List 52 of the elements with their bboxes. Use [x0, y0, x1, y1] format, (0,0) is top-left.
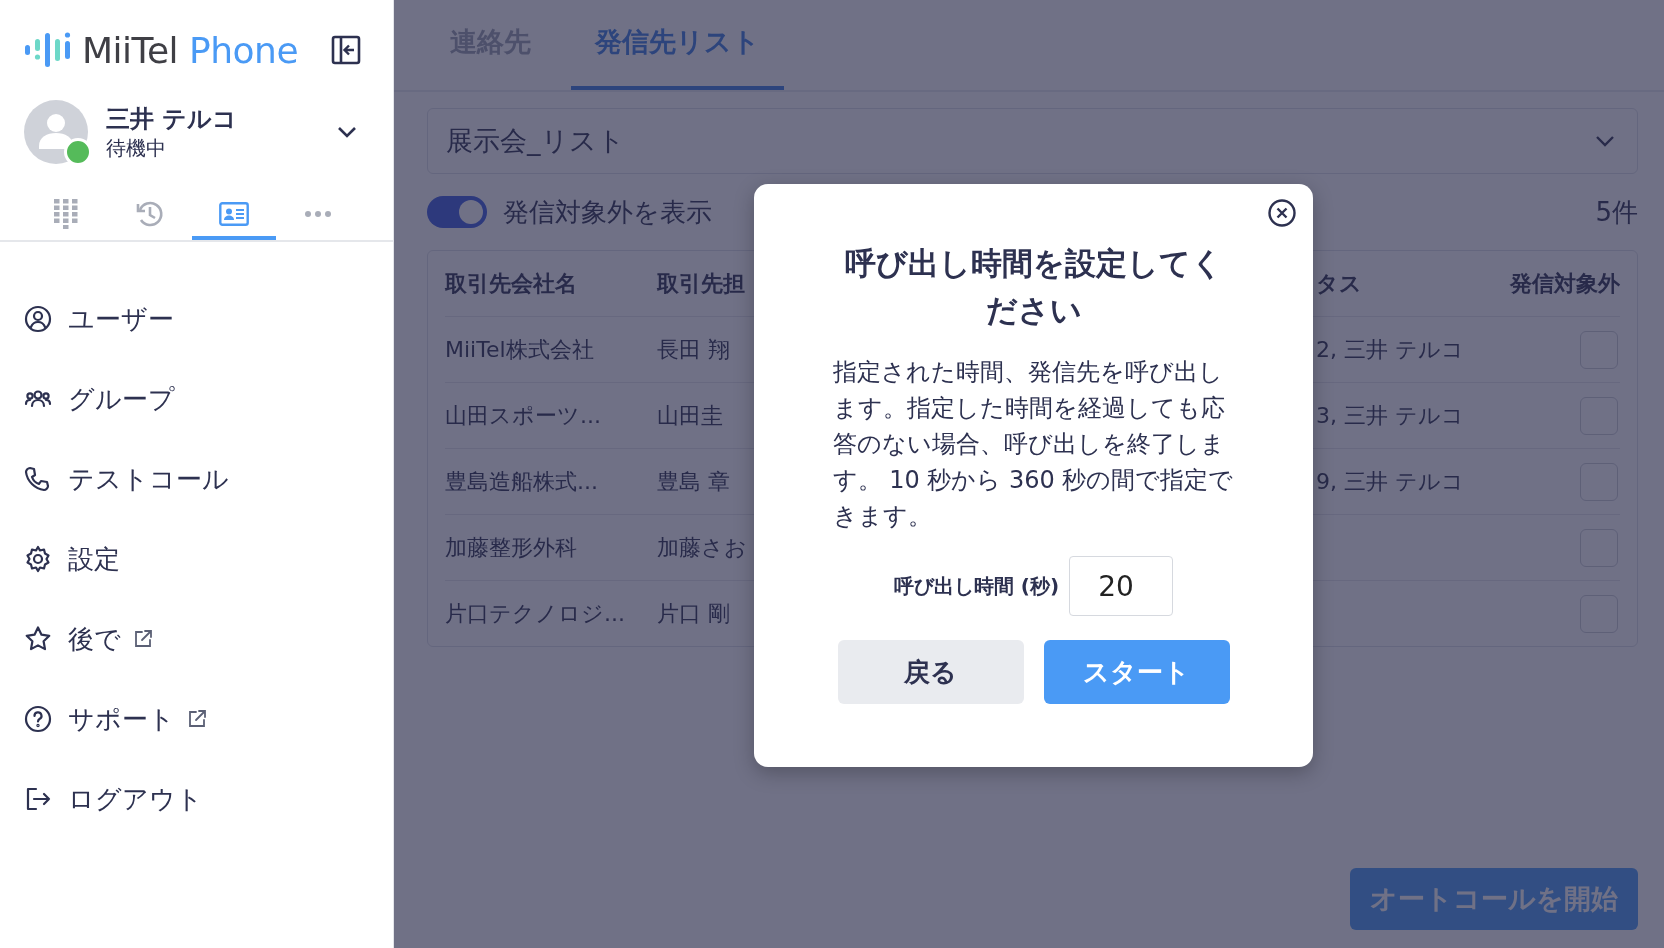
collapse-sidebar-icon[interactable]: [331, 35, 361, 65]
menu-item[interactable]: 設定: [68, 541, 120, 577]
chevron-down-icon[interactable]: [337, 126, 357, 138]
table-cell-text: 片口 剛: [657, 599, 731, 628]
toggle-switch[interactable]: [427, 196, 487, 228]
result-count: 5件: [1595, 195, 1638, 229]
table-cell: 9, 三井 テルコ: [1316, 468, 1464, 494]
settings-icon: [24, 545, 52, 573]
menu-item[interactable]: ログアウト: [68, 781, 203, 817]
table-cell-text: 豊島 章: [657, 467, 731, 496]
table-cell-text: 山田スポーツ...: [445, 401, 602, 430]
menu-item[interactable]: 後で: [68, 621, 153, 657]
toggle-label: 発信対象外を表示: [503, 195, 712, 229]
duration-input[interactable]: 20: [1069, 556, 1174, 616]
table-cell-text: 山田圭: [657, 401, 724, 430]
close-icon[interactable]: [1267, 198, 1297, 228]
star-icon: [24, 625, 52, 653]
dialog-message: 指定された時間、発信先を呼び出します。指定した時間を経過しても応答のない場合、呼び出しを終了します。 10 秒から 360 秒の間で指定できます。: [832, 357, 1235, 532]
table-cell-text: 豊島造船株式...: [445, 467, 599, 496]
column-header: 取引先担: [657, 269, 746, 298]
external-link-icon: [187, 709, 207, 729]
table-cell: 2, 三井 テルコ: [1316, 336, 1464, 362]
menu-item[interactable]: テストコール: [68, 461, 229, 497]
table-cell-text: 片口テクノロジ...: [445, 599, 626, 628]
column-header: タス: [1316, 269, 1363, 298]
table-cell-text: 長田 翔: [657, 335, 731, 364]
menu-item[interactable]: サポート: [68, 701, 207, 737]
external-link-icon: [133, 629, 153, 649]
phone-icon: [24, 465, 52, 493]
column-header: 発信対象外: [1510, 269, 1620, 298]
more-icon: [304, 210, 332, 218]
history-icon: [135, 199, 165, 229]
logo-text: MiiTel Phone: [82, 29, 299, 71]
logo-icon: [24, 31, 72, 69]
table-cell-text: MiiTel株式会社: [445, 335, 595, 364]
dialpad-icon: [54, 199, 78, 229]
chevron-down-icon: [1595, 135, 1615, 147]
user-icon: [24, 305, 52, 333]
help-icon: [24, 705, 52, 733]
back-button[interactable]: 戻る: [837, 640, 1024, 704]
logout-icon: [24, 785, 52, 813]
column-header: 取引先会社名: [445, 269, 578, 298]
table-cell-text: 加藤整形外科: [445, 533, 578, 562]
contact-card-icon: [219, 202, 249, 226]
table-cell: 3, 三井 テルコ: [1316, 402, 1464, 428]
dialog-title: 呼び出し時間を設定してください: [843, 244, 1224, 330]
field-label: 呼び出し時間 (秒): [893, 572, 1060, 600]
user-status: 待機中: [106, 135, 167, 161]
user-name: 三井 テルコ: [106, 104, 238, 135]
menu-item[interactable]: ユーザー: [68, 301, 174, 337]
table-cell-text: 加藤さお: [657, 533, 748, 562]
menu-item[interactable]: グループ: [68, 381, 175, 417]
